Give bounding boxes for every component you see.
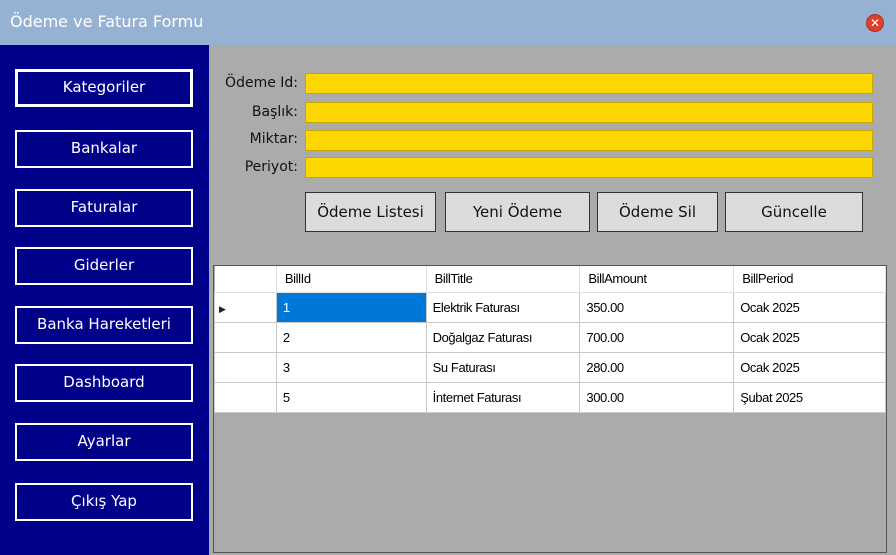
miktar-label: Miktar: [249,131,298,147]
table-header-row: BillId BillTitle BillAmount BillPeriod [214,266,886,293]
table-cell[interactable]: 350.00 [579,291,735,323]
bills-table: BillId BillTitle BillAmount BillPeriod ▶… [214,266,886,413]
periyot-label: Periyot: [244,159,298,175]
row-header[interactable] [214,351,277,383]
baslik-field[interactable] [305,102,873,123]
row-header[interactable]: ▶ [214,291,277,323]
table-cell[interactable]: Doğalgaz Faturası [425,321,581,353]
column-header-billamount[interactable]: BillAmount [579,266,735,293]
table-cell[interactable]: İnternet Faturası [425,381,581,413]
table-cell[interactable]: Şubat 2025 [733,381,886,413]
column-header-billtitle[interactable]: BillTitle [426,266,581,293]
sidebar: Kategoriler Bankalar Faturalar Giderler … [0,45,209,555]
odeme-sil-button[interactable]: Ödeme Sil [597,192,718,232]
table-cell[interactable]: 2 [275,321,427,353]
sidebar-item-cikis-yap[interactable]: Çıkış Yap [15,483,193,521]
odeme-id-label: Ödeme Id: [225,75,298,91]
sidebar-item-giderler[interactable]: Giderler [15,247,193,285]
sidebar-item-bankalar[interactable]: Bankalar [15,130,193,168]
table-row[interactable]: 2 Doğalgaz Faturası 700.00 Ocak 2025 [214,321,886,353]
current-row-arrow-icon: ▶ [219,303,226,314]
table-cell[interactable]: Ocak 2025 [733,351,886,383]
table-row[interactable]: 3 Su Faturası 280.00 Ocak 2025 [214,351,886,383]
column-header-billid[interactable]: BillId [276,266,427,293]
sidebar-item-kategoriler[interactable]: Kategoriler [15,69,193,107]
yeni-odeme-button[interactable]: Yeni Ödeme [445,192,590,232]
baslik-label: Başlık: [251,104,298,120]
close-icon[interactable]: ✕ [866,14,884,32]
sidebar-item-faturalar[interactable]: Faturalar [15,189,193,227]
row-header-corner [214,266,277,293]
table-cell[interactable]: 280.00 [579,351,735,383]
odeme-listesi-button[interactable]: Ödeme Listesi [305,192,436,232]
sidebar-item-banka-hareketleri[interactable]: Banka Hareketleri [15,306,193,344]
table-cell[interactable]: 3 [275,351,427,383]
miktar-field[interactable] [305,130,873,151]
row-header[interactable] [214,381,277,413]
odeme-id-field[interactable] [305,73,873,94]
table-cell[interactable]: 5 [275,381,427,413]
bills-grid[interactable]: BillId BillTitle BillAmount BillPeriod ▶… [213,265,887,553]
guncelle-button[interactable]: Güncelle [725,192,863,232]
table-cell[interactable]: 700.00 [579,321,735,353]
row-header[interactable] [214,321,277,353]
sidebar-item-dashboard[interactable]: Dashboard [15,364,193,402]
window-title: Ödeme ve Fatura Formu [10,12,204,31]
column-header-billperiod[interactable]: BillPeriod [733,266,886,293]
table-cell[interactable]: Su Faturası [425,351,581,383]
sidebar-item-ayarlar[interactable]: Ayarlar [15,423,193,461]
table-row[interactable]: ▶ 1 Elektrik Faturası 350.00 Ocak 2025 [214,291,886,323]
title-bar: Ödeme ve Fatura Formu ✕ [0,0,896,45]
table-cell[interactable]: Ocak 2025 [733,321,886,353]
periyot-field[interactable] [305,157,873,178]
table-row[interactable]: 5 İnternet Faturası 300.00 Şubat 2025 [214,381,886,413]
table-cell[interactable]: Elektrik Faturası [425,291,581,323]
table-cell[interactable]: Ocak 2025 [733,291,886,323]
table-cell[interactable]: 300.00 [579,381,735,413]
table-cell[interactable]: 1 [275,291,427,323]
